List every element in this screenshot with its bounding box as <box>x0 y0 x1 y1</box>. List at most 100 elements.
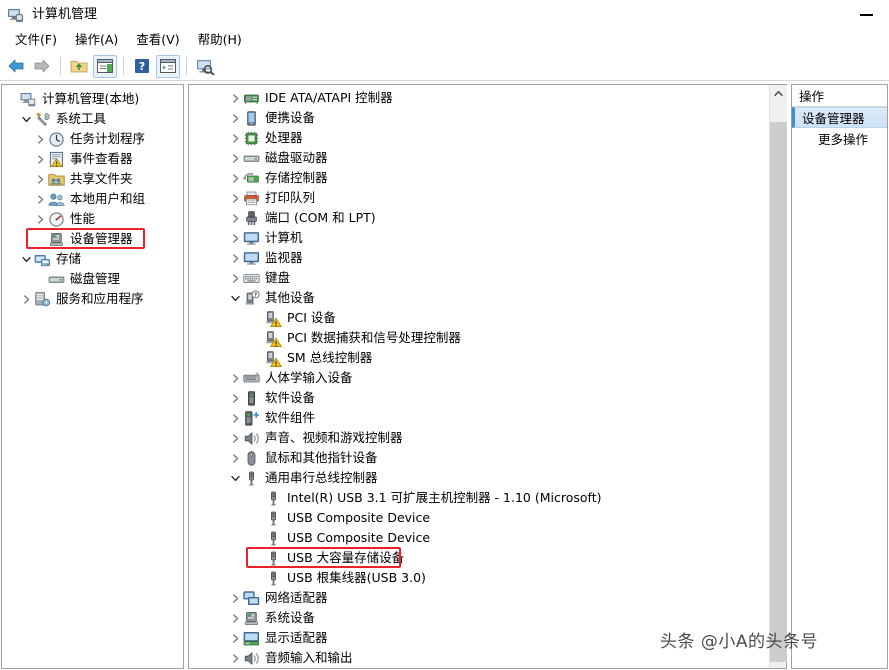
chevron-right-icon[interactable] <box>227 208 243 228</box>
device-item-row[interactable]: USB 大容量存储设备 <box>191 548 786 568</box>
device-item-row[interactable]: PCI 数据捕获和信号处理控制器 <box>191 328 786 348</box>
menu-view[interactable]: 查看(V) <box>127 32 188 49</box>
device-item-row[interactable]: 端口 (COM 和 LPT) <box>191 208 786 228</box>
menu-action[interactable]: 操作(A) <box>66 32 127 49</box>
chevron-right-icon[interactable] <box>227 588 243 608</box>
chevron-right-icon[interactable] <box>227 448 243 468</box>
device-item-row[interactable]: 系统设备 <box>191 608 786 628</box>
device-item-row[interactable]: Intel(R) USB 3.1 可扩展主机控制器 - 1.10 (Micros… <box>191 488 786 508</box>
device-item-row[interactable]: 便携设备 <box>191 108 786 128</box>
sidebar-item-row[interactable]: 本地用户和组 <box>2 189 183 209</box>
chevron-right-icon[interactable] <box>32 169 48 189</box>
sidebar-item-row[interactable]: 系统工具 <box>2 109 183 129</box>
portable-device-icon <box>243 110 260 127</box>
device-item-row[interactable]: 软件设备 <box>191 388 786 408</box>
chevron-right-icon[interactable] <box>32 149 48 169</box>
sidebar-item-row[interactable]: 任务计划程序 <box>2 129 183 149</box>
sidebar-item-row[interactable]: 服务和应用程序 <box>2 289 183 309</box>
chevron-down-icon[interactable] <box>227 288 243 308</box>
chevron-right-icon[interactable] <box>227 168 243 188</box>
show-console-tree-icon[interactable] <box>93 54 117 78</box>
chevron-right-icon[interactable] <box>227 188 243 208</box>
sidebar-item-row[interactable]: 磁盘管理 <box>2 269 183 289</box>
chevron-right-icon[interactable] <box>227 428 243 448</box>
print-queue-icon <box>243 190 260 207</box>
menu-file[interactable]: 文件(F) <box>6 32 66 49</box>
device-item-row[interactable]: 处理器 <box>191 128 786 148</box>
properties-icon[interactable] <box>156 54 180 78</box>
services-apps-icon <box>34 291 51 308</box>
device-item-row[interactable]: SM 总线控制器 <box>191 348 786 368</box>
device-item-row[interactable]: 打印队列 <box>191 188 786 208</box>
chevron-right-icon[interactable] <box>227 248 243 268</box>
device-item-row[interactable]: 计算机 <box>191 228 786 248</box>
chevron-right-icon[interactable] <box>32 209 48 229</box>
back-arrow-icon[interactable] <box>4 55 28 78</box>
device-item-row[interactable]: 通用串行总线控制器 <box>191 468 786 488</box>
device-item-row[interactable]: 键盘 <box>191 268 786 288</box>
device-item-row[interactable]: 人体学输入设备 <box>191 368 786 388</box>
device-item-row[interactable]: 软件组件 <box>191 408 786 428</box>
scroll-up-arrow-icon[interactable] <box>770 85 787 102</box>
sidebar-item-row[interactable]: 事件查看器 <box>2 149 183 169</box>
scrollbar-thumb[interactable] <box>770 122 787 662</box>
chevron-right-icon[interactable] <box>227 148 243 168</box>
device-item-row[interactable]: 存储控制器 <box>191 168 786 188</box>
minimize-button[interactable] <box>843 0 889 29</box>
chevron-down-icon[interactable] <box>18 109 34 129</box>
menu-help[interactable]: 帮助(H) <box>189 32 251 49</box>
up-folder-icon[interactable] <box>67 55 91 78</box>
device-item-row[interactable]: 网络适配器 <box>191 588 786 608</box>
chevron-right-icon[interactable] <box>32 189 48 209</box>
chevron-right-icon[interactable] <box>227 408 243 428</box>
chevron-right-icon[interactable] <box>227 128 243 148</box>
chevron-right-icon[interactable] <box>32 129 48 149</box>
chevron-down-icon[interactable] <box>18 249 34 269</box>
device-item-row[interactable]: ? 其他设备 <box>191 288 786 308</box>
device-item-row[interactable]: PCI 设备 <box>191 308 786 328</box>
chevron-right-icon[interactable] <box>227 228 243 248</box>
device-item-row[interactable]: USB Composite Device <box>191 528 786 548</box>
device-item-label: 通用串行总线控制器 <box>265 469 378 485</box>
sidebar-item-row[interactable]: 共享文件夹 <box>2 169 183 189</box>
device-item-label: 网络适配器 <box>265 589 328 605</box>
scan-hardware-icon[interactable] <box>193 55 217 78</box>
device-item-row[interactable]: USB 根集线器(USB 3.0) <box>191 568 786 588</box>
device-tree[interactable]: IDE ATA/ATAPI 控制器 便携设备 处理器 磁盘驱动器 存储控制器 打印队列 端口… <box>189 85 786 668</box>
chevron-right-icon[interactable] <box>227 628 243 648</box>
help-question-icon[interactable]: ? <box>130 55 154 78</box>
device-item-row[interactable]: USB Composite Device <box>191 508 786 528</box>
actions-more-actions[interactable]: 更多操作 <box>792 128 887 149</box>
device-manager-icon <box>48 231 65 248</box>
display-adapter-icon <box>243 630 260 647</box>
sidebar-tree[interactable]: 计算机管理(本地) 系统工具 任务计划程序 事件查看器 共享文件夹本地用户和组 性能 设备管… <box>2 85 183 309</box>
sidebar-item-label: 计算机管理(本地) <box>42 90 140 106</box>
forward-arrow-icon[interactable] <box>30 55 54 78</box>
scrollbar-track[interactable] <box>770 102 787 662</box>
device-item-row[interactable]: 磁盘驱动器 <box>191 148 786 168</box>
sidebar-item-row[interactable]: 存储 <box>2 249 183 269</box>
chevron-right-icon[interactable] <box>227 388 243 408</box>
sidebar-item-row[interactable]: 性能 <box>2 209 183 229</box>
unknown-device-warning-icon <box>265 330 282 347</box>
device-item-row[interactable]: 鼠标和其他指针设备 <box>191 448 786 468</box>
chevron-right-icon[interactable] <box>227 368 243 388</box>
device-item-row[interactable]: IDE ATA/ATAPI 控制器 <box>191 88 786 108</box>
device-item-row[interactable]: 监视器 <box>191 248 786 268</box>
chevron-right-icon[interactable] <box>227 608 243 628</box>
chevron-right-icon[interactable] <box>18 289 34 309</box>
chevron-right-icon[interactable] <box>227 88 243 108</box>
computer-management-icon <box>7 6 25 24</box>
chevron-right-icon[interactable] <box>227 268 243 288</box>
chevron-down-icon[interactable] <box>227 468 243 488</box>
device-item-row[interactable]: 声音、视频和游戏控制器 <box>191 428 786 448</box>
sidebar-item-row[interactable]: 计算机管理(本地) <box>2 89 183 109</box>
chevron-right-icon[interactable] <box>227 648 243 668</box>
sidebar-item-label: 共享文件夹 <box>70 170 133 186</box>
software-device-icon <box>243 390 260 407</box>
device-tree-scrollbar[interactable] <box>769 85 787 668</box>
sidebar-item-row[interactable]: 设备管理器 <box>2 229 183 249</box>
actions-selected-scope[interactable]: 设备管理器 <box>792 107 887 128</box>
chevron-right-icon[interactable] <box>227 108 243 128</box>
